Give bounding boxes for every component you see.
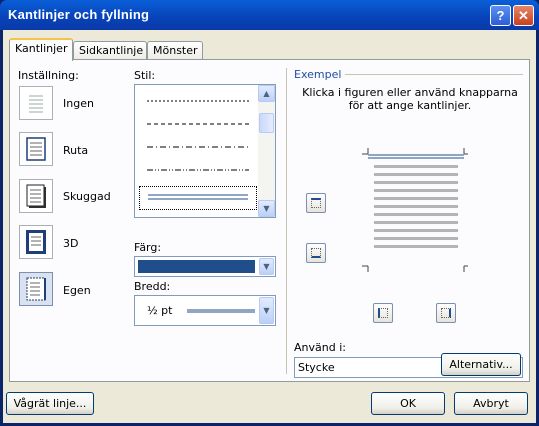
setting-custom-label[interactable]: Egen <box>63 284 91 297</box>
preview-instruction: Klicka i figuren eller använd knapparna … <box>302 86 518 112</box>
preview-text-line <box>374 189 458 192</box>
scroll-up-icon[interactable]: ▲ <box>258 85 275 102</box>
setting-none-label[interactable]: Ingen <box>63 97 94 110</box>
style-line-dash-dot[interactable] <box>139 136 257 158</box>
chevron-down-icon[interactable]: ▼ <box>259 297 274 324</box>
preview-text-line <box>374 221 458 224</box>
color-swatch <box>138 260 255 273</box>
preview-text-line <box>374 197 458 200</box>
scroll-thumb[interactable] <box>259 113 274 133</box>
style-heading: Stil: <box>134 69 156 82</box>
border-top-button[interactable] <box>306 193 326 213</box>
preview-heading: Exempel <box>294 68 342 81</box>
setting-3d-icon[interactable] <box>19 225 53 259</box>
width-label: Bredd: <box>134 280 171 293</box>
setting-3d-label[interactable]: 3D <box>63 237 78 250</box>
dialog-window: Kantlinjer och fyllning ? ✕ Kantlinjer S… <box>0 0 539 426</box>
preview-text-line <box>374 245 458 248</box>
border-left-icon <box>378 308 388 318</box>
setting-none-icon[interactable] <box>19 86 53 120</box>
border-left-button[interactable] <box>373 303 393 323</box>
style-line-dash-dot-dot[interactable] <box>139 159 257 181</box>
preview-text-line <box>374 213 458 216</box>
width-value: ½ pt <box>147 304 173 317</box>
setting-box-label[interactable]: Ruta <box>63 144 88 157</box>
setting-custom-icon[interactable] <box>19 272 53 306</box>
title-bar[interactable]: Kantlinjer och fyllning ? ✕ <box>0 0 539 30</box>
vertical-divider <box>286 68 287 374</box>
style-scrollbar[interactable]: ▲ ▼ <box>258 85 275 217</box>
width-combo[interactable]: ½ pt ▼ <box>134 295 276 326</box>
scroll-down-icon[interactable]: ▼ <box>258 200 275 217</box>
style-listbox[interactable]: ▲ ▼ <box>134 84 276 218</box>
setting-shadow-label[interactable]: Skuggad <box>63 190 111 203</box>
border-bottom-button[interactable] <box>306 243 326 263</box>
tab-panel: Inställning: Ingen Ruta Skuggad 3D Egen <box>9 59 530 382</box>
preview-text-line <box>374 237 458 240</box>
color-combo[interactable]: ▼ <box>134 256 276 277</box>
cancel-button[interactable]: Avbryt <box>454 392 528 415</box>
preview-text-line <box>374 165 458 168</box>
tab-sidkantlinje[interactable]: Sidkantlinje <box>73 41 147 60</box>
preview-text-line <box>374 181 458 184</box>
options-button[interactable]: Alternativ... <box>441 353 521 376</box>
border-bottom-icon <box>311 248 321 258</box>
style-line-double[interactable] <box>139 186 257 210</box>
preview-text-line <box>374 229 458 232</box>
preview-area[interactable] <box>350 140 468 280</box>
apply-to-value: Stycke <box>298 361 335 374</box>
close-button[interactable]: ✕ <box>513 5 534 26</box>
window-title: Kantlinjer och fyllning <box>8 7 150 22</box>
tab-monster[interactable]: Mönster <box>147 41 203 60</box>
setting-heading: Inställning: <box>18 69 79 82</box>
border-top-icon <box>311 198 321 208</box>
style-line-dashed[interactable] <box>139 113 257 135</box>
color-label: Färg: <box>134 241 162 254</box>
apply-to-label: Använd i: <box>294 341 346 354</box>
setting-shadow-icon[interactable] <box>19 179 53 213</box>
border-right-button[interactable] <box>436 303 456 323</box>
preview-text-line <box>374 205 458 208</box>
style-line-dashed-fine[interactable] <box>139 90 257 112</box>
setting-box-icon[interactable] <box>19 132 53 166</box>
border-right-icon <box>441 308 451 318</box>
help-button[interactable]: ? <box>490 5 511 26</box>
horizontal-line-button[interactable]: Vågrät linje... <box>6 392 94 415</box>
chevron-down-icon[interactable]: ▼ <box>259 258 274 275</box>
preview-heading-rule <box>345 74 523 75</box>
preview-text-line <box>374 173 458 176</box>
dialog-body: Kantlinjer Sidkantlinje Mönster Inställn… <box>3 30 536 423</box>
ok-button[interactable]: OK <box>371 392 445 415</box>
tab-kantlinjer[interactable]: Kantlinjer <box>9 38 73 61</box>
